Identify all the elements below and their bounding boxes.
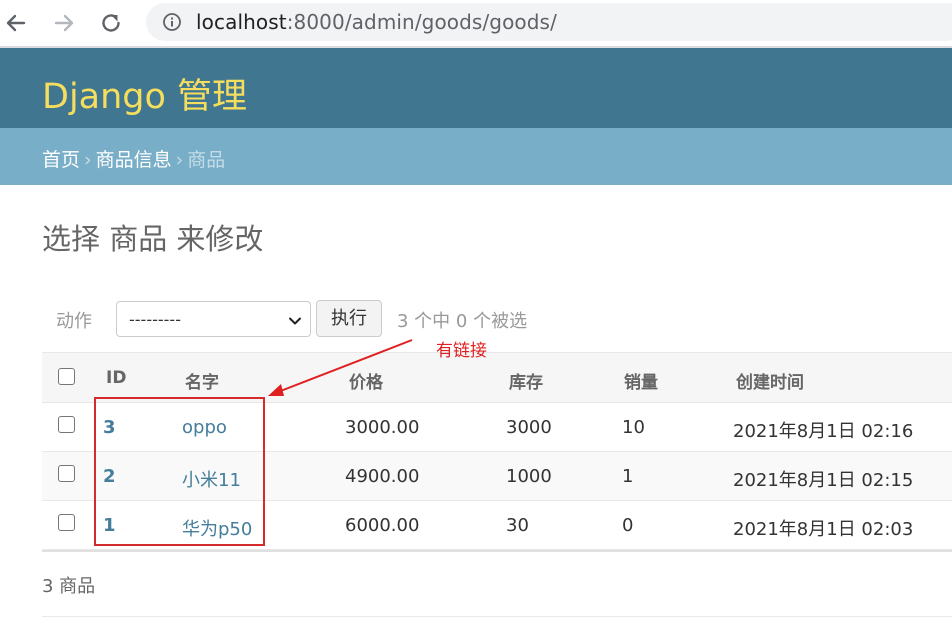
row-price: 6000.00 xyxy=(345,515,420,536)
column-header-name[interactable]: 名字 xyxy=(185,368,219,393)
url-path: :8000/admin/goods/goods/ xyxy=(286,10,557,34)
breadcrumb-current: 商品 xyxy=(187,149,226,171)
row-checkbox[interactable] xyxy=(58,465,75,482)
row-stock: 30 xyxy=(506,515,529,536)
address-bar[interactable]: localhost:8000/admin/goods/goods/ xyxy=(146,3,952,41)
paginator: 3 商品 xyxy=(42,576,96,597)
browser-toolbar: localhost:8000/admin/goods/goods/ xyxy=(0,0,952,46)
forward-icon[interactable] xyxy=(50,9,78,37)
breadcrumb: 首页 › 商品信息 › 商品 xyxy=(0,128,952,185)
info-icon[interactable] xyxy=(162,12,182,32)
select-all-checkbox[interactable] xyxy=(58,368,75,385)
action-select-value: --------- xyxy=(129,310,181,329)
row-stock: 3000 xyxy=(506,417,552,438)
breadcrumb-app-link[interactable]: 商品信息 xyxy=(96,149,172,171)
back-icon[interactable] xyxy=(2,9,30,37)
chevron-down-icon xyxy=(288,313,302,327)
row-checkbox[interactable] xyxy=(58,416,75,433)
row-checkbox[interactable] xyxy=(58,514,75,531)
row-sales: 1 xyxy=(622,466,634,487)
url-host: localhost xyxy=(196,10,287,34)
row-stock: 1000 xyxy=(506,466,552,487)
table-header: ID 名字 价格 库存 销量 创建时间 xyxy=(42,352,952,403)
page-title: 选择 商品 来修改 xyxy=(42,222,264,256)
row-created: 2021年8月1日 02:16 xyxy=(733,421,914,442)
row-created: 2021年8月1日 02:15 xyxy=(733,470,914,491)
breadcrumb-home-link[interactable]: 首页 xyxy=(42,149,80,171)
row-sales: 10 xyxy=(622,417,645,438)
table-bottom-border xyxy=(42,550,952,552)
selection-counter: 3 个中 0 个被选 xyxy=(397,311,528,332)
paginator-divider xyxy=(42,616,952,617)
annotation-label: 有链接 xyxy=(436,341,487,361)
column-header-sales[interactable]: 销量 xyxy=(624,368,658,393)
column-header-stock[interactable]: 库存 xyxy=(509,368,543,393)
column-header-price[interactable]: 价格 xyxy=(349,368,383,393)
breadcrumb-separator: › xyxy=(175,149,184,171)
row-price: 3000.00 xyxy=(345,417,420,438)
action-select[interactable]: --------- xyxy=(116,301,311,337)
reload-icon[interactable] xyxy=(97,9,125,37)
url-text[interactable]: localhost:8000/admin/goods/goods/ xyxy=(196,10,557,34)
row-sales: 0 xyxy=(622,515,634,536)
run-action-button[interactable]: 执行 xyxy=(316,300,382,337)
site-header: Django 管理 xyxy=(0,48,952,128)
site-branding[interactable]: Django 管理 xyxy=(42,68,247,119)
breadcrumb-separator: › xyxy=(84,149,92,171)
annotation-highlight-box xyxy=(94,397,265,546)
actions-bar: 动作 --------- 执行 3 个中 0 个被选 xyxy=(42,296,952,340)
row-price: 4900.00 xyxy=(345,466,420,487)
action-label: 动作 xyxy=(56,311,92,332)
column-header-created[interactable]: 创建时间 xyxy=(736,368,804,393)
column-header-id[interactable]: ID xyxy=(106,368,126,388)
row-created: 2021年8月1日 02:03 xyxy=(733,519,914,540)
